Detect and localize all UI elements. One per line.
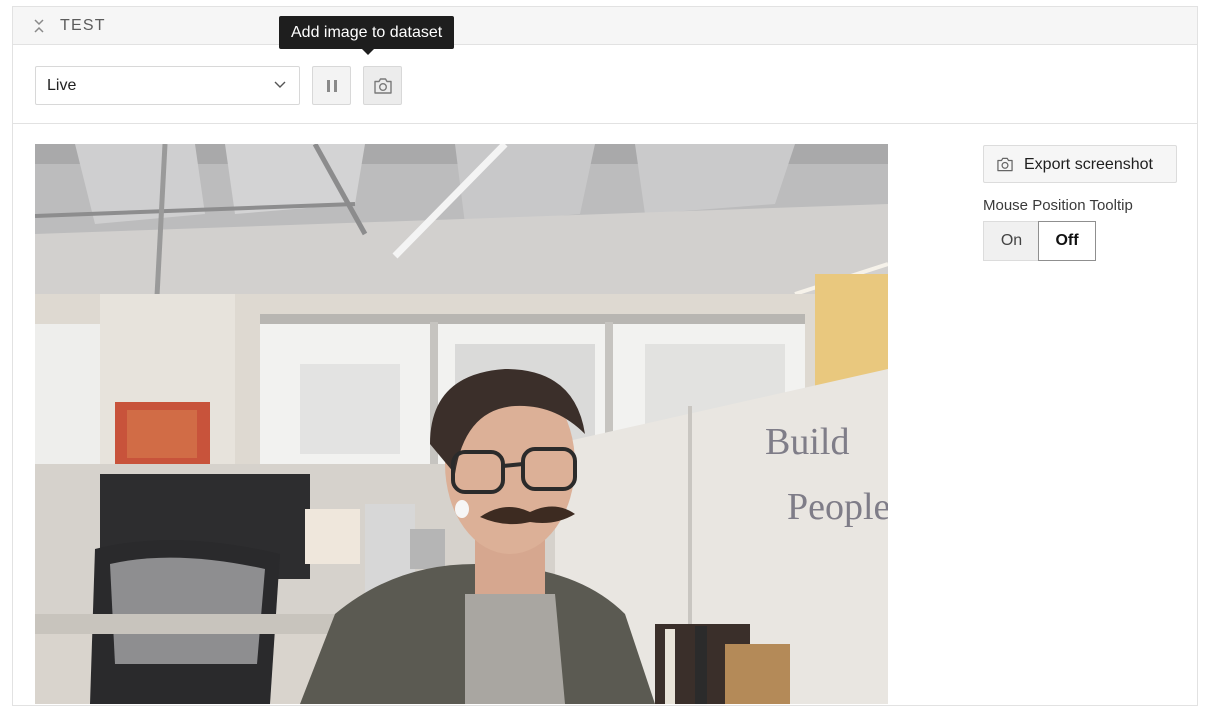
whiteboard-text-2: People [787,486,888,528]
add-image-tooltip: Add image to dataset [279,16,455,55]
panel-header[interactable]: TEST [13,7,1197,45]
panel-title: TEST [60,17,106,34]
pause-icon [326,79,337,92]
tooltip-arrow [362,49,374,55]
export-screenshot-button[interactable]: Export screenshot [983,145,1177,183]
mouse-tooltip-toggle: On Off [983,221,1096,261]
stream-select-value: Live [47,77,77,94]
export-screenshot-label: Export screenshot [1024,156,1153,173]
camera-frame-image[interactable]: Build People [35,144,888,704]
camera-icon [373,77,392,94]
office-photo: Build People [35,144,888,704]
pause-button[interactable] [312,66,351,105]
toolbar: Live [13,45,1197,124]
stream-select[interactable]: Live [35,66,300,105]
chevron-down-icon [274,81,286,88]
mouse-position-tooltip-label: Mouse Position Tooltip [983,197,1133,214]
whiteboard-text-1: Build [765,421,849,463]
camera-icon [997,157,1013,172]
collapse-icon[interactable] [33,18,45,34]
toggle-off-option[interactable]: Off [1038,221,1096,261]
toggle-on-option[interactable]: On [983,221,1039,261]
tooltip-text: Add image to dataset [291,24,443,41]
add-image-to-dataset-button[interactable] [363,66,402,105]
test-panel: TEST Live Build People Export screenshot… [12,6,1198,706]
